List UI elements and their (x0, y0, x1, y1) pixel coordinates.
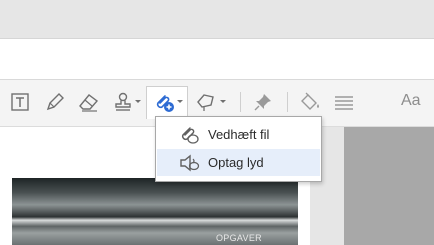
chevron-down-icon (177, 100, 183, 103)
image-caption: OPGAVER (216, 233, 262, 243)
draw-shapes-button[interactable] (195, 90, 226, 114)
text-properties-button[interactable]: Aa (401, 92, 421, 110)
paint-bucket-icon (301, 92, 319, 110)
text-box-icon (11, 93, 29, 111)
stamp-button[interactable] (112, 90, 141, 114)
pin-icon (254, 94, 271, 111)
eraser-icon (79, 94, 99, 112)
menu-item-attach-file[interactable]: Vedhæft fil (157, 121, 320, 148)
attach-button[interactable] (152, 90, 183, 114)
fill-color-button[interactable] (297, 90, 323, 114)
chevron-down-icon (135, 100, 141, 103)
toolbar-separator (287, 92, 288, 112)
pencil-icon (46, 93, 64, 111)
chevron-down-icon (220, 100, 226, 103)
add-text-box-button[interactable] (10, 90, 30, 114)
lines-icon (335, 96, 353, 110)
stamp-icon (115, 92, 131, 111)
line-style-button[interactable] (333, 90, 355, 114)
menu-item-label: Vedhæft fil (208, 127, 270, 142)
pin-button[interactable] (252, 90, 274, 114)
speaker-icon (177, 152, 201, 174)
right-panel (344, 127, 434, 245)
toolbar-separator (240, 92, 241, 112)
menu-item-record-audio[interactable]: Optag lyd (157, 149, 320, 176)
paperclip-icon (177, 124, 201, 146)
shape-icon (197, 94, 214, 111)
secondary-bar (0, 39, 434, 80)
paperclip-plus-icon (156, 95, 174, 112)
menu-item-label: Optag lyd (208, 155, 264, 170)
attach-dropdown-menu: Vedhæft fil Optag lyd (155, 116, 322, 182)
eraser-button[interactable] (77, 90, 101, 114)
top-bar (0, 0, 434, 39)
pencil-button[interactable] (44, 90, 66, 114)
